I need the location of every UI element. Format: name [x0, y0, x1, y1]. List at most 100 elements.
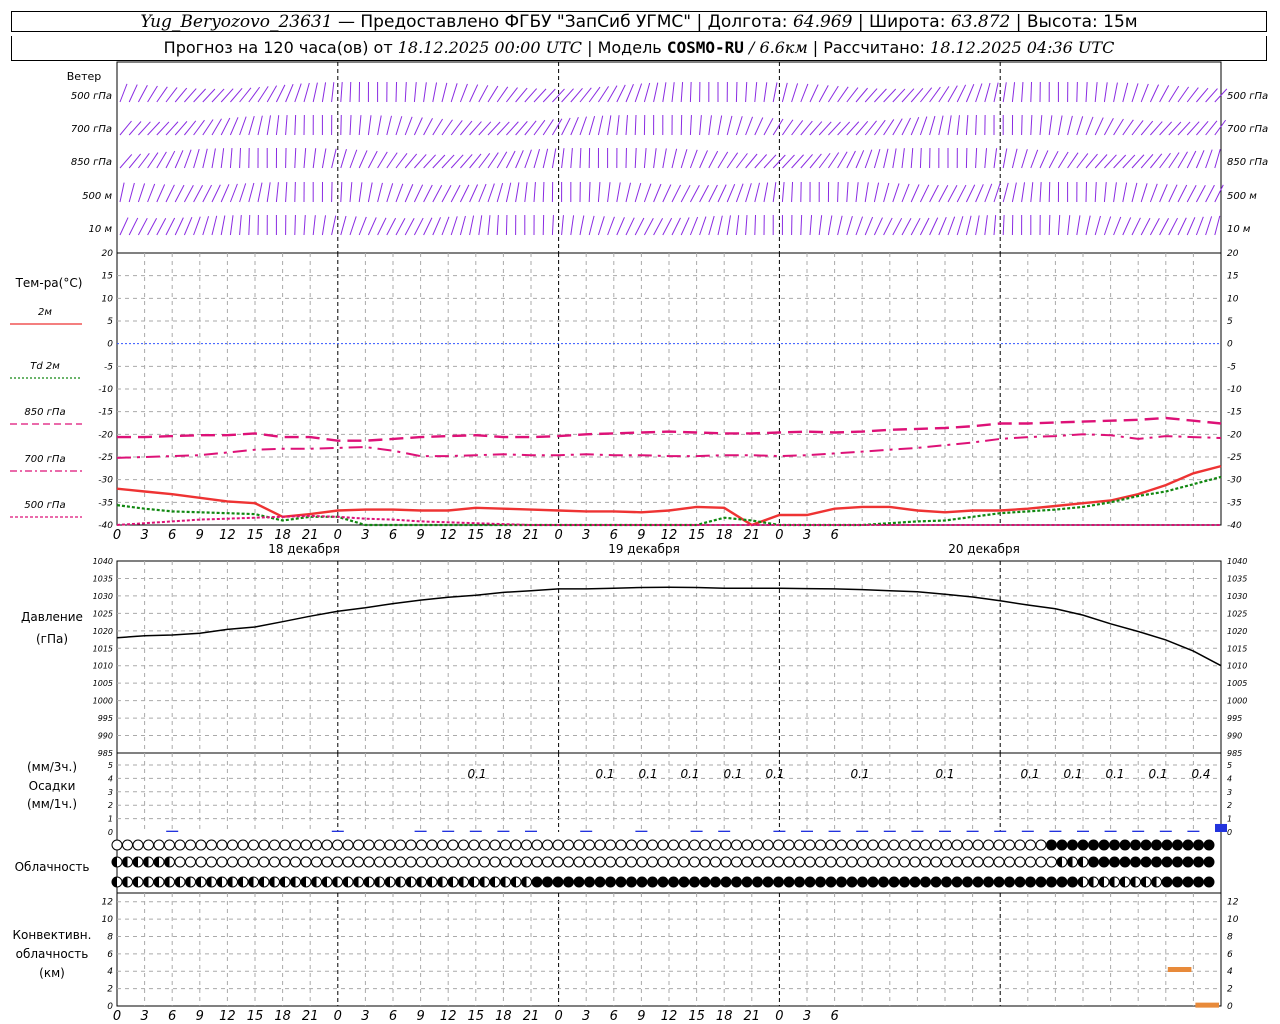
cloud-symbol — [521, 876, 532, 888]
cloud-symbol — [237, 839, 249, 851]
wind-barb — [965, 215, 972, 236]
conv-ytick-right: 0 — [1227, 1002, 1233, 1012]
wind-barb — [202, 216, 210, 236]
cloud-symbol — [353, 856, 364, 868]
cloud-circle — [237, 839, 249, 851]
cloud-symbol — [531, 856, 543, 868]
wind-barb — [1067, 152, 1079, 169]
cloud-fill — [1172, 877, 1183, 887]
wind-barb — [229, 183, 238, 203]
cloud-symbol — [773, 856, 784, 868]
wind-barb — [165, 184, 175, 203]
cloud-symbol — [174, 876, 186, 888]
wind-barb — [800, 215, 803, 236]
wind-barb — [708, 215, 715, 236]
cloud-symbol — [1130, 856, 1141, 868]
wind-barb — [791, 182, 794, 203]
wind-barb — [220, 148, 225, 169]
cloud-fill — [962, 877, 973, 887]
cloud-fill — [374, 877, 380, 887]
cloud-symbol — [1014, 839, 1026, 851]
cloud-symbol — [153, 856, 165, 868]
wind-barb — [1085, 215, 1091, 236]
wind-barb — [708, 184, 718, 203]
cloud-fill — [1141, 877, 1146, 887]
cloud-fill — [185, 877, 191, 887]
wind-barb — [524, 88, 538, 103]
cloud-fill — [1193, 857, 1204, 867]
cloud-circle — [269, 856, 280, 868]
cloud-symbol — [342, 876, 354, 888]
temp-ytick-right: -30 — [1227, 476, 1242, 486]
wind-barb — [423, 154, 436, 169]
wind-barb — [864, 216, 874, 236]
wind-barb — [1002, 215, 1005, 236]
cloud-symbol — [143, 856, 154, 868]
wind-barb — [1214, 184, 1224, 203]
cloud-circle — [237, 856, 249, 868]
cloud-circle — [1004, 839, 1015, 851]
cloud-symbol — [1161, 876, 1173, 888]
wind-barb — [128, 182, 135, 203]
cloud-symbol — [300, 876, 312, 888]
wind-barb — [855, 182, 859, 203]
cloud-circle — [678, 839, 690, 851]
wind-barb — [818, 85, 829, 103]
x-tick-bottom: 0 — [334, 1009, 342, 1024]
wind-barb — [892, 183, 900, 203]
wind-barb — [358, 216, 367, 236]
wind-barb — [1103, 82, 1108, 103]
cloud-circle — [405, 856, 417, 868]
wind-barb — [607, 115, 612, 136]
pres-ytick-left: 1010 — [93, 662, 113, 671]
wind-barb — [919, 217, 930, 236]
cloud-symbol — [311, 839, 322, 851]
temp-ytick-left: -25 — [98, 453, 113, 463]
cloud-fill — [1099, 840, 1109, 850]
wind-barb — [193, 119, 205, 136]
wind-barb — [285, 115, 288, 136]
wind-barb — [515, 87, 528, 103]
wind-barb — [1094, 117, 1104, 136]
cloud-symbol — [584, 856, 595, 868]
conv-ytick-right: 6 — [1227, 950, 1233, 960]
x-tick-mid: 6 — [168, 528, 176, 543]
cloud-circle — [363, 839, 375, 851]
cloud-symbol — [699, 876, 711, 888]
cloud-symbol — [437, 876, 448, 888]
cloud-symbol — [363, 839, 375, 851]
x-tick-bottom: 9 — [416, 1009, 424, 1024]
wind-barb — [423, 217, 433, 236]
cloud-symbol — [384, 839, 396, 851]
temp-ytick-left: 10 — [102, 294, 114, 304]
wind-barb — [450, 120, 463, 136]
cloud-circle — [216, 839, 228, 851]
wind-barb — [340, 182, 343, 203]
cloud-fill — [1057, 857, 1062, 867]
cloud-fill — [1162, 877, 1172, 887]
wind-barb — [404, 184, 414, 203]
wind-barb — [469, 121, 482, 136]
cloud-symbol — [1004, 876, 1015, 888]
wind-barb — [321, 148, 327, 169]
cloud-circle — [636, 839, 648, 851]
cloud-symbol — [846, 876, 858, 888]
precip-title-3: (мм/1ч.) — [27, 797, 77, 811]
x-tick-mid: 0 — [334, 528, 342, 543]
cloud-symbol — [699, 839, 711, 851]
wind-barb — [119, 83, 128, 103]
cloud-symbol — [132, 839, 144, 851]
cloud-circle — [206, 839, 217, 851]
cloud-fill — [637, 877, 647, 887]
cloud-fill — [133, 857, 138, 867]
x-tick-mid: 12 — [661, 528, 678, 543]
wind-barb — [708, 150, 719, 169]
wind-barb — [358, 182, 363, 203]
cloud-symbol — [741, 839, 753, 851]
cloud-fill — [731, 877, 742, 887]
pressure-unit: (гПа) — [36, 632, 68, 646]
wind-barb — [386, 183, 394, 203]
cloud-circle — [783, 839, 795, 851]
wind-barb — [386, 115, 392, 136]
wind-barb — [257, 115, 263, 136]
